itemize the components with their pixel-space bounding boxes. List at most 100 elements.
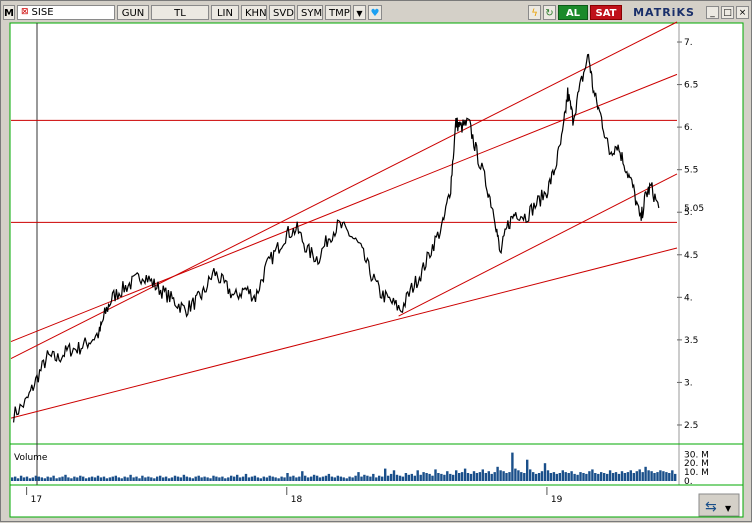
volume-bar xyxy=(333,477,336,481)
volume-bar xyxy=(458,473,461,481)
volume-bar xyxy=(90,476,94,481)
volume-bar xyxy=(49,477,52,481)
volume-bar xyxy=(499,470,502,481)
volume-bar xyxy=(120,478,123,481)
y-tick-label: 3.5 xyxy=(684,336,698,346)
volume-bar xyxy=(209,478,212,481)
volume-bar xyxy=(170,477,174,481)
volume-bar xyxy=(665,472,668,481)
volume-bar xyxy=(58,477,61,481)
volume-bar xyxy=(540,471,544,481)
volume-bar xyxy=(218,477,221,481)
volume-bar xyxy=(552,472,556,481)
volume-bar xyxy=(200,477,203,481)
volume-bar xyxy=(194,476,197,481)
volume-bar xyxy=(600,472,603,481)
volume-bar xyxy=(594,473,597,481)
y-tick-label: 6.5 xyxy=(684,81,698,91)
volume-bar xyxy=(93,477,97,481)
volume-bar xyxy=(185,476,188,481)
volume-bar xyxy=(487,471,490,481)
volume-bar xyxy=(576,474,579,481)
volume-bar xyxy=(162,477,165,481)
volume-bar xyxy=(401,476,405,481)
volume-bar xyxy=(150,477,153,481)
volume-bar xyxy=(73,476,76,481)
volume-bar xyxy=(236,474,239,481)
volume-bar xyxy=(653,473,656,481)
chart-window: M ⊠ SISE GUN TL LIN KHN SVD SYM TMP ▼ ♥ … xyxy=(0,0,752,522)
volume-bar xyxy=(25,476,29,481)
volume-bar xyxy=(617,473,621,481)
volume-bar xyxy=(108,477,112,481)
volume-bar xyxy=(502,471,505,481)
volume-bar xyxy=(262,476,265,481)
volume-bar xyxy=(564,472,567,481)
volume-bar xyxy=(292,475,295,481)
volume-bar xyxy=(410,473,413,481)
volume-bar xyxy=(514,468,517,481)
volume-bar xyxy=(570,471,573,481)
volume-bar xyxy=(378,475,381,481)
volume-bar xyxy=(623,473,627,481)
volume-bar xyxy=(212,475,215,481)
volume-bar xyxy=(289,476,292,481)
volume-bar xyxy=(141,475,144,481)
price-chart[interactable]: 2.53.3.54.4.55.5.56.6.57. 5.05 30. M20. … xyxy=(1,1,752,523)
volume-bar xyxy=(28,478,32,481)
volume-bar xyxy=(366,475,369,481)
volume-bar xyxy=(123,476,126,481)
volume-bar xyxy=(144,477,147,481)
volume-bar xyxy=(203,476,206,481)
volume-bar xyxy=(508,472,511,481)
volume-bar xyxy=(102,476,106,481)
volume-bar xyxy=(351,477,354,481)
volume-bar xyxy=(111,476,114,481)
volume-bar xyxy=(153,478,156,481)
volume-bar xyxy=(369,476,372,481)
volume-bar xyxy=(307,477,310,481)
x-tick-label: 17 xyxy=(31,495,42,505)
volume-bar xyxy=(434,469,437,481)
volume-bar xyxy=(644,466,647,481)
volume-bar xyxy=(167,478,171,481)
volume-bar xyxy=(19,475,23,481)
volume-bar xyxy=(490,473,493,481)
volume-bar xyxy=(342,477,345,481)
sync-icon[interactable]: ⇆ xyxy=(705,499,717,515)
volume-bar xyxy=(55,478,58,481)
volume-bar xyxy=(61,476,64,481)
volume-bar xyxy=(555,473,558,481)
volume-bar xyxy=(286,473,289,481)
volume-bar xyxy=(638,469,641,481)
volume-bar xyxy=(70,478,73,481)
volume-bar xyxy=(268,475,271,481)
y-tick-label: 5.5 xyxy=(684,166,698,176)
volume-bar xyxy=(327,473,331,481)
volume-bar xyxy=(440,473,443,481)
volume-bar xyxy=(274,477,277,481)
volume-bar xyxy=(277,478,280,481)
y-tick-label: 4. xyxy=(684,293,693,303)
volume-bar xyxy=(437,473,440,481)
volume-bar xyxy=(16,478,20,481)
volume-bar xyxy=(336,475,339,481)
sync-dropdown-icon[interactable]: ▼ xyxy=(725,504,732,513)
volume-bar xyxy=(523,473,526,481)
volume-bar xyxy=(375,477,378,481)
volume-bar xyxy=(79,475,82,481)
volume-bar xyxy=(413,475,416,481)
volume-bar xyxy=(156,476,159,481)
volume-bar xyxy=(259,478,262,481)
plot-background xyxy=(9,22,744,518)
volume-bar xyxy=(463,468,467,481)
volume-bar xyxy=(301,471,304,481)
volume-bar xyxy=(348,476,351,481)
y-tick-label: 7. xyxy=(684,38,693,48)
volume-bar xyxy=(230,475,233,481)
volume-bar xyxy=(389,473,393,481)
volume-label: Volume xyxy=(14,453,48,463)
volume-bar xyxy=(312,474,316,481)
volume-bar xyxy=(315,475,319,481)
volume-bar xyxy=(534,473,538,481)
